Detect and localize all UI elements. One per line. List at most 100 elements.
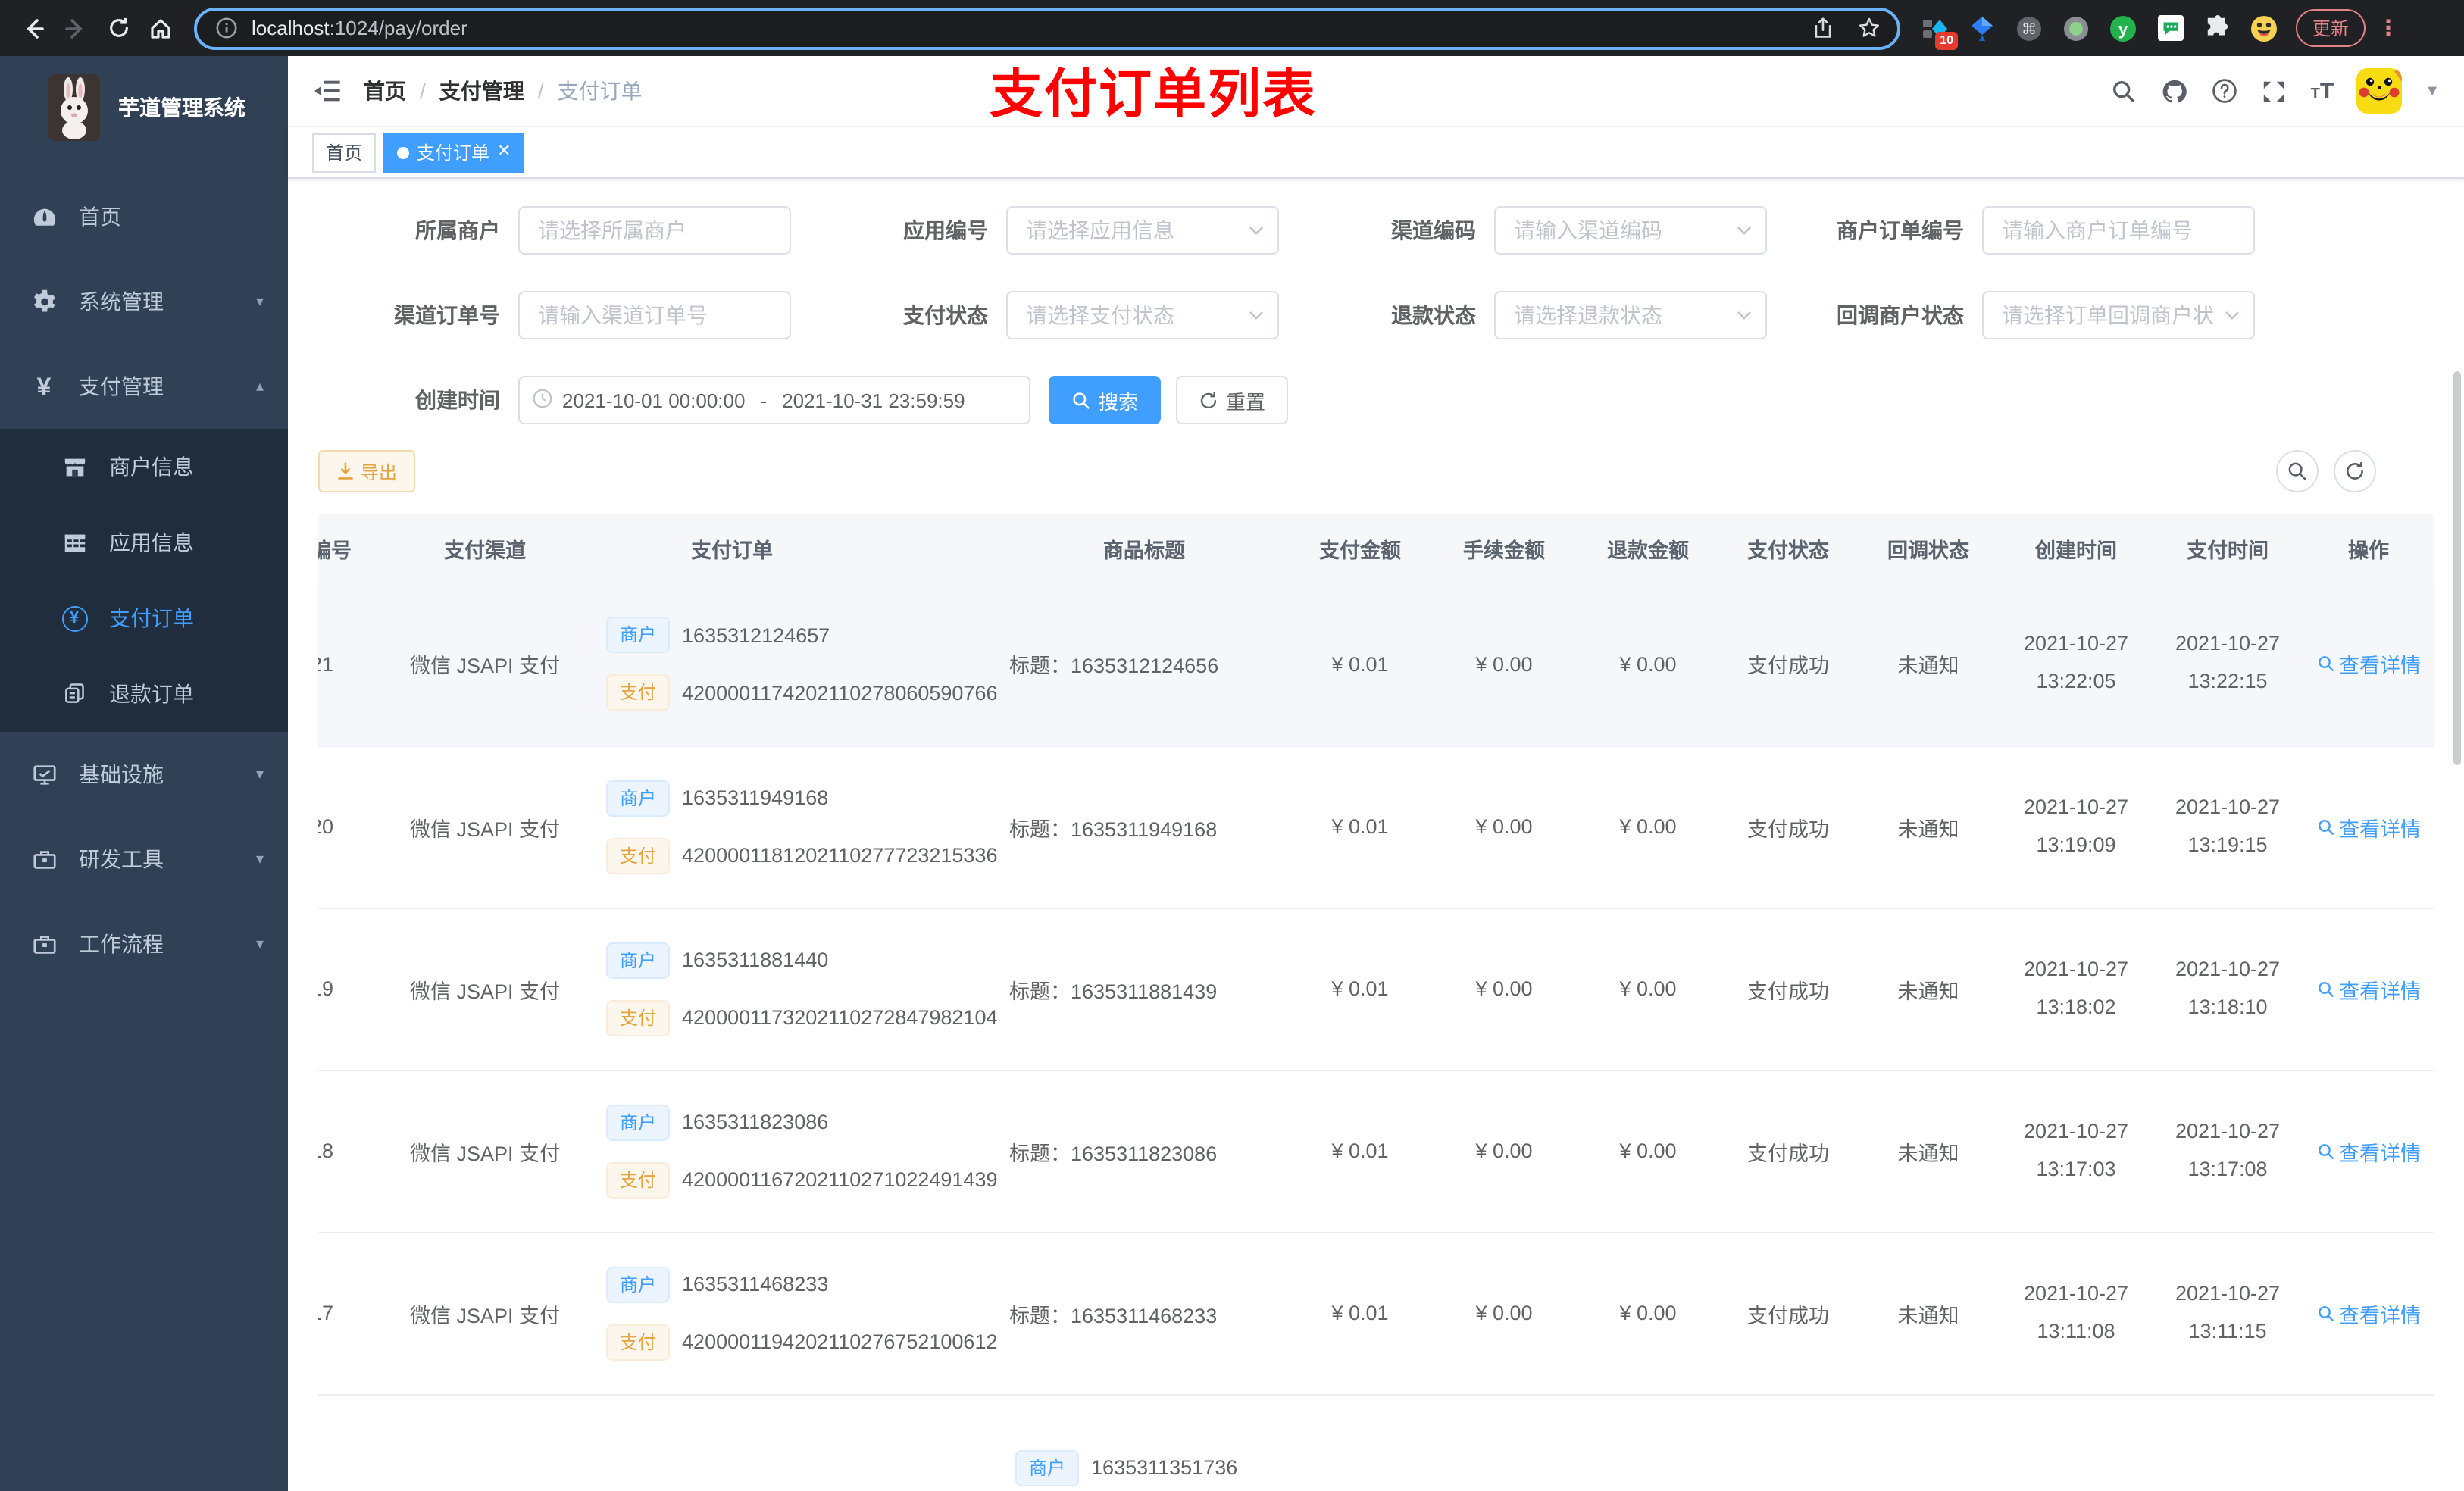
table-row: 20 微信 JSAPI 支付 商户 1635311949168 支付 4200001…: [318, 746, 2434, 908]
browser-reload-button[interactable]: [97, 7, 139, 49]
extensions-puzzle-icon[interactable]: [2203, 14, 2231, 42]
sidebar-item-label: 支付订单: [109, 606, 194, 630]
view-detail-link[interactable]: 查看详情: [2316, 1298, 2421, 1328]
avatar-caret-icon[interactable]: ▼: [2425, 83, 2440, 99]
command-extension-icon[interactable]: ⌘: [2015, 14, 2043, 42]
browser-menu-icon[interactable]: ⋮: [2378, 15, 2399, 41]
emoji-extension-icon[interactable]: [2250, 14, 2278, 42]
extension-badge: 10: [1935, 31, 1958, 49]
svg-text:⌘: ⌘: [2022, 19, 2037, 37]
sidebar-item-app-info[interactable]: 应用信息: [0, 505, 288, 580]
kite-extension-icon[interactable]: [1968, 14, 1996, 42]
pay-date: 2021-10-27: [2175, 795, 2281, 818]
field-label: 商户订单编号: [1837, 218, 1964, 242]
channel-order-no-input[interactable]: [518, 291, 791, 339]
merchant-order-no: 1635311823086: [682, 1111, 829, 1133]
yen-icon: ¥: [36, 372, 52, 401]
view-detail-link[interactable]: 查看详情: [2316, 974, 2421, 1004]
browser-forward-button[interactable]: [55, 7, 97, 49]
close-icon[interactable]: ✕: [497, 143, 511, 161]
sidebar-item-home[interactable]: 首页: [0, 174, 288, 259]
date-end: 2021-10-31 23:59:59: [782, 389, 965, 411]
reset-button[interactable]: 重置: [1176, 376, 1289, 424]
channel-pay-no: 4200001167202110271022491439: [682, 1168, 998, 1191]
field-label: 所属商户: [415, 218, 500, 242]
chevron-down-icon: [1247, 220, 1265, 238]
refresh-button[interactable]: [2334, 450, 2376, 492]
notify-status-select[interactable]: [1982, 291, 2255, 339]
app-title: 芋道管理系统: [118, 95, 245, 120]
browser-home-button[interactable]: [139, 7, 182, 49]
tag-home[interactable]: 首页: [312, 133, 377, 172]
tag-pay-order[interactable]: 支付订单 ✕: [383, 133, 525, 172]
sidebar-collapse-icon[interactable]: [312, 76, 342, 106]
view-detail-link[interactable]: 查看详情: [2316, 811, 2421, 842]
create-clock: 13:19:09: [2036, 833, 2116, 855]
field-label: 应用编号: [903, 218, 988, 242]
sidebar-item-dev-tools[interactable]: 研发工具 ▾: [0, 817, 288, 902]
date-range-picker[interactable]: 2021-10-01 00:00:00 - 2021-10-31 23:59:5…: [518, 376, 1030, 424]
toggle-search-button[interactable]: [2276, 450, 2319, 492]
logo[interactable]: 芋道管理系统: [0, 56, 288, 156]
filter-channel-order-no: 渠道订单号: [352, 291, 840, 339]
create-date: 2021-10-27: [2023, 1281, 2129, 1305]
github-icon[interactable]: [2161, 77, 2188, 105]
sidebar-item-infrastructure[interactable]: 基础设施 ▾: [0, 732, 288, 817]
user-avatar[interactable]: [2356, 68, 2403, 114]
app-id-select[interactable]: [1006, 206, 1279, 255]
chevron-down-icon: ▾: [255, 936, 264, 952]
view-detail-link[interactable]: 查看详情: [2316, 649, 2421, 680]
sidebar-item-refund-order[interactable]: 退款订单: [0, 656, 288, 732]
browser-back-button[interactable]: [12, 7, 55, 49]
grid-icon: [61, 529, 88, 556]
sidebar-item-system[interactable]: 系统管理 ▾: [0, 259, 288, 344]
fee-amount: ¥ 0.00: [1432, 1232, 1576, 1395]
pay-amount: ¥ 0.01: [1288, 908, 1432, 1071]
merchant-input[interactable]: [518, 206, 791, 255]
chat-extension-icon[interactable]: [2156, 14, 2184, 42]
sidebar-item-payment[interactable]: ¥ 支付管理 ▴: [0, 344, 288, 429]
pay-date: 2021-10-27: [2175, 632, 2281, 655]
merchant-tag: 商户: [606, 942, 671, 978]
merchant-order-no-input[interactable]: [1982, 206, 2255, 255]
col-notify-status: 回调状态: [1856, 514, 2000, 583]
sidebar-item-merchant-info[interactable]: 商户信息: [0, 429, 288, 505]
sketch-extension-icon[interactable]: 10: [1921, 14, 1958, 49]
sidebar-item-pay-order[interactable]: ¥ 支付订单: [0, 580, 288, 656]
create-clock: 13:22:05: [2036, 670, 2116, 693]
fullscreen-icon[interactable]: [2261, 77, 2288, 105]
breadcrumb-payment[interactable]: 支付管理: [439, 76, 524, 106]
product-title: 标题：1635311823086: [1000, 1070, 1288, 1233]
fee-amount: ¥ 0.00: [1432, 746, 1576, 908]
field-label: 回调商户状态: [1837, 303, 1964, 327]
scrollbar-thumb[interactable]: [2453, 371, 2461, 765]
share-icon[interactable]: [1809, 14, 1837, 42]
tags-view: 首页 支付订单 ✕: [288, 127, 2464, 179]
view-detail-label: 查看详情: [2339, 1142, 2421, 1164]
sidebar-item-workflow[interactable]: 工作流程 ▾: [0, 902, 288, 986]
pay-clock: 13:11:15: [2188, 1319, 2267, 1342]
sidebar-item-label: 首页: [79, 205, 121, 229]
help-icon[interactable]: [2211, 77, 2238, 105]
url-text[interactable]: localhost:1024/pay/order: [252, 17, 1809, 39]
refund-amount: ¥ 0.00: [1576, 746, 1720, 908]
status-dot-extension-icon[interactable]: [2062, 14, 2090, 42]
reset-button-label: 重置: [1226, 390, 1266, 413]
address-bar[interactable]: localhost:1024/pay/order: [194, 7, 1900, 49]
y-extension-icon[interactable]: y: [2109, 14, 2137, 42]
font-size-icon[interactable]: TT: [2311, 78, 2334, 104]
pay-status-select[interactable]: [1006, 291, 1279, 339]
breadcrumb-home[interactable]: 首页: [364, 76, 406, 106]
field-label: 渠道订单号: [394, 303, 500, 327]
channel-code-select[interactable]: [1494, 206, 1767, 255]
search-button[interactable]: 搜索: [1049, 376, 1162, 424]
create-date: 2021-10-27: [2023, 1119, 2129, 1142]
search-icon[interactable]: [2111, 77, 2138, 105]
refund-status-select[interactable]: [1494, 291, 1767, 339]
filter-create-time: 创建时间 2021-10-01 00:00:00 - 2021-10-31 23…: [352, 376, 2434, 424]
browser-update-button[interactable]: 更新: [2296, 9, 2366, 47]
bookmark-star-icon[interactable]: [1855, 14, 1882, 42]
view-detail-link[interactable]: 查看详情: [2316, 1136, 2421, 1166]
export-button[interactable]: 导出: [318, 450, 416, 492]
site-info-icon[interactable]: [212, 14, 239, 42]
